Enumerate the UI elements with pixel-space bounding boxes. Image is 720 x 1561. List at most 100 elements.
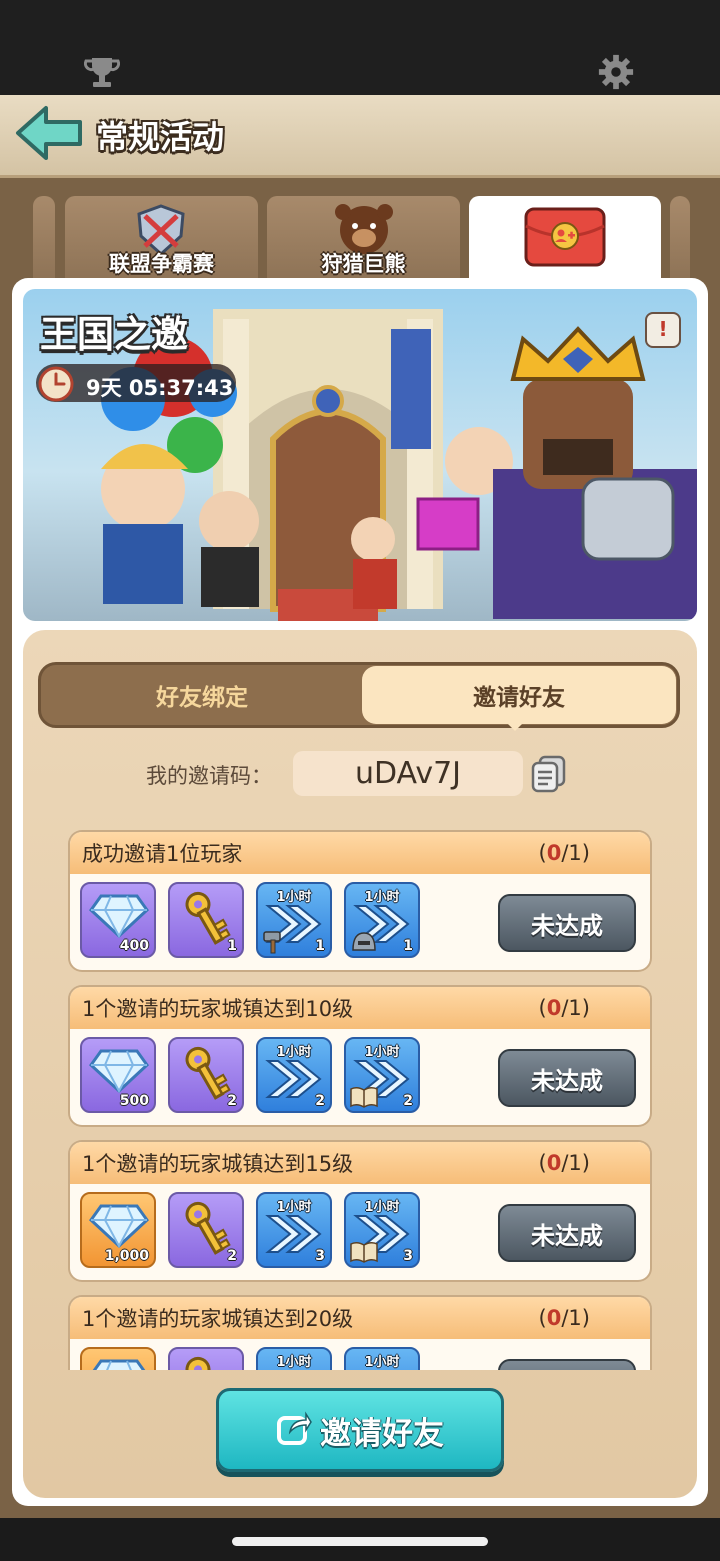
reward-quantity: 1 (315, 938, 325, 954)
back-arrow-icon[interactable] (14, 104, 86, 162)
reward-speedup-item[interactable]: 1小时 1 (344, 882, 420, 958)
key-icon (185, 1356, 211, 1370)
task-progress: (0/1) (539, 841, 590, 865)
reward-gem-item[interactable] (80, 1347, 156, 1370)
reward-speedup-item[interactable]: 1小时 (344, 1347, 420, 1370)
reward-list: 1小时 1小时 (80, 1347, 420, 1370)
reward-list: 400 1 1小时 1 1小时 1 (80, 882, 420, 958)
reward-speedup-item[interactable]: 1小时 2 (256, 1037, 332, 1113)
reward-list: 1,000 2 1小时 3 1小时 3 (80, 1192, 420, 1268)
reward-speedup-item[interactable]: 1小时 (256, 1347, 332, 1370)
book-icon (350, 1086, 378, 1108)
task-status-button[interactable]: 未达成 (498, 894, 636, 952)
trophy-icon[interactable] (82, 52, 122, 92)
reward-list: 500 2 1小时 2 1小时 2 (80, 1037, 420, 1113)
progress-open: ( (538, 841, 547, 865)
task-status-button[interactable]: 未达成 (498, 1204, 636, 1262)
segment-friend-bind[interactable]: 好友绑定 (44, 668, 360, 722)
reward-quantity: 2 (227, 1093, 237, 1109)
helmet-icon (352, 932, 376, 951)
hammer-icon (263, 931, 281, 954)
invite-friends-button[interactable]: 邀请好友 (216, 1388, 504, 1472)
reward-duration: 1小时 (276, 1200, 312, 1215)
task-row: 1个邀请的玩家城镇达到15级 (0/1) 1,000 2 1小时 3 1小时 3 未达成 (70, 1142, 650, 1280)
progress-total: /1) (561, 841, 590, 865)
tab-partial[interactable] (33, 196, 55, 280)
task-progress: (0/1) (539, 996, 590, 1020)
reward-quantity: 1 (227, 938, 237, 954)
task-title: 1个邀请的玩家城镇达到15级 (82, 1152, 354, 1176)
invite-button-label: 邀请好友 (320, 1415, 444, 1452)
home-indicator[interactable] (232, 1537, 488, 1546)
reward-quantity: 3 (403, 1248, 413, 1264)
invite-code-value: uDAv7J (293, 751, 523, 796)
gem-icon (92, 1359, 146, 1370)
share-icon (276, 1410, 312, 1450)
task-title: 1个邀请的玩家城镇达到20级 (82, 1307, 354, 1331)
info-button[interactable]: ! (645, 312, 681, 348)
reward-duration: 1小时 (364, 1355, 400, 1370)
segment-pointer (506, 722, 524, 731)
reward-duration: 1小时 (276, 890, 312, 905)
progress-open: ( (538, 996, 547, 1020)
gem-icon (89, 894, 149, 939)
task-status-button[interactable]: 未达成 (498, 1049, 636, 1107)
task-list[interactable]: 成功邀请1位玩家 (0/1) 400 1 1小时 1 1小时 1 未达成 1个邀请的玩家城镇达到1… (23, 820, 697, 1370)
progress-open: ( (538, 1151, 547, 1175)
task-row: 1个邀请的玩家城镇达到10级 (0/1) 500 2 1小时 2 1小时 2 未达成 (70, 987, 650, 1125)
segment-invite-friends[interactable]: 邀请好友 (362, 666, 676, 724)
reward-duration: 1小时 (364, 1045, 400, 1060)
reward-duration: 1小时 (364, 890, 400, 905)
tab-hunt-bear[interactable]: 狩猎巨熊 (267, 196, 460, 280)
reward-quantity: 400 (119, 938, 149, 954)
event-title: 王国之邀 (40, 313, 188, 356)
reward-quantity: 1,000 (104, 1248, 149, 1264)
gem-icon (89, 1204, 149, 1249)
reward-key-item[interactable]: 2 (168, 1192, 244, 1268)
tab-label: 联盟争霸赛 (109, 252, 214, 276)
task-header: 1个邀请的玩家城镇达到15级 (0/1) (70, 1142, 650, 1184)
progress-current: 0 (546, 996, 562, 1020)
task-progress: (0/1) (539, 1151, 590, 1175)
task-header: 成功邀请1位玩家 (0/1) (70, 832, 650, 874)
progress-current: 0 (546, 1306, 562, 1330)
tab-alliance-contest[interactable]: 联盟争霸赛 (65, 196, 258, 280)
reward-duration: 1小时 (364, 1200, 400, 1215)
tab-partial[interactable] (670, 196, 690, 280)
reward-gem-item[interactable]: 400 (80, 882, 156, 958)
gem-icon (89, 1049, 149, 1094)
tab-label: 狩猎巨熊 (321, 252, 406, 276)
reward-gem-item[interactable]: 1,000 (80, 1192, 156, 1268)
progress-current: 0 (546, 841, 562, 865)
countdown-timer: 9天 05:37:43 (86, 376, 234, 400)
reward-key-item[interactable] (168, 1347, 244, 1370)
progress-total: /1) (561, 996, 590, 1020)
reward-quantity: 3 (315, 1248, 325, 1264)
reward-key-item[interactable]: 1 (168, 882, 244, 958)
progress-total: /1) (561, 1151, 590, 1175)
reward-speedup-item[interactable]: 1小时 2 (344, 1037, 420, 1113)
task-title: 1个邀请的玩家城镇达到10级 (82, 997, 354, 1021)
task-row: 成功邀请1位玩家 (0/1) 400 1 1小时 1 1小时 1 未达成 (70, 832, 650, 970)
tab-kingdom-invite[interactable] (469, 196, 661, 280)
clock-icon (38, 366, 74, 406)
reward-speedup-item[interactable]: 1小时 3 (256, 1192, 332, 1268)
task-status-button[interactable] (498, 1359, 636, 1370)
task-header: 1个邀请的玩家城镇达到10级 (0/1) (70, 987, 650, 1029)
reward-speedup-item[interactable]: 1小时 1 (256, 882, 332, 958)
task-header: 1个邀请的玩家城镇达到20级 (0/1) (70, 1297, 650, 1339)
reward-quantity: 1 (403, 938, 413, 954)
reward-quantity: 2 (315, 1093, 325, 1109)
progress-current: 0 (546, 1151, 562, 1175)
progress-open: ( (538, 1306, 547, 1330)
gear-icon[interactable] (596, 52, 636, 92)
reward-quantity: 500 (119, 1093, 149, 1109)
reward-gem-item[interactable]: 500 (80, 1037, 156, 1113)
red-envelope-friend-icon (523, 206, 607, 272)
reward-duration: 1小时 (276, 1045, 312, 1060)
task-progress: (0/1) (539, 1306, 590, 1330)
reward-speedup-item[interactable]: 1小时 3 (344, 1192, 420, 1268)
copy-icon[interactable] (530, 754, 568, 794)
task-row: 1个邀请的玩家城镇达到20级 (0/1) 1小时 1小时 (70, 1297, 650, 1370)
reward-key-item[interactable]: 2 (168, 1037, 244, 1113)
